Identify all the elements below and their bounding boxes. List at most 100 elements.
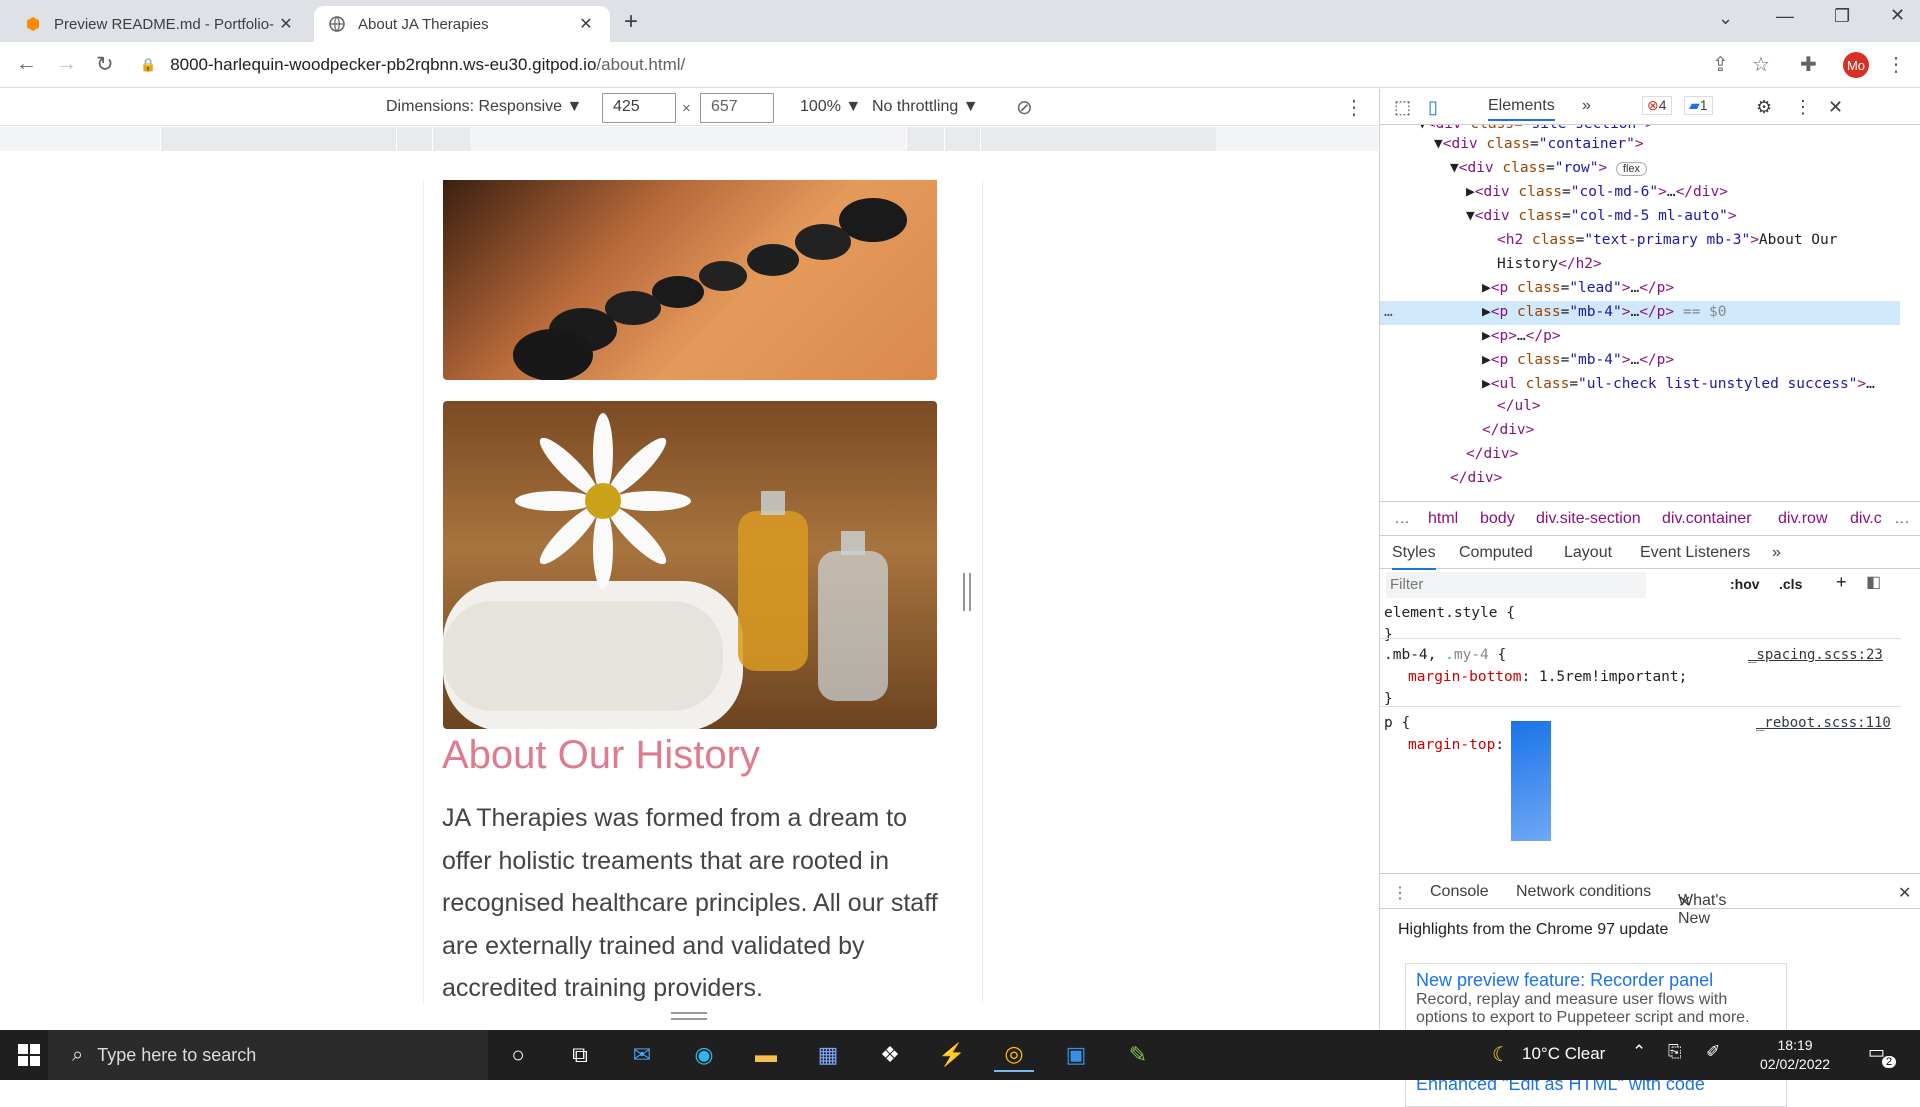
tab-about-ja-therapies[interactable]: About JA Therapies ✕ — [314, 6, 610, 42]
vscode-icon[interactable]: ⚡ — [932, 1038, 972, 1072]
dom-node[interactable]: </div> — [1482, 419, 1534, 443]
page-content[interactable]: About Our History JA Therapies was forme… — [423, 180, 983, 1003]
dom-node[interactable]: ▼<div class="col-md-5 ml-auto"> — [1466, 205, 1737, 229]
tray-chevron-icon[interactable]: ⌃ — [1632, 1042, 1646, 1062]
dom-node[interactable]: ▶<p>…</p> — [1482, 325, 1561, 349]
height-input[interactable]: 657 — [700, 93, 774, 123]
hov-toggle[interactable]: :hov — [1730, 576, 1760, 592]
toggle-sidebar-icon[interactable]: ◧ — [1866, 572, 1881, 592]
node-actions-ellipsis-icon[interactable]: … — [1384, 301, 1393, 325]
dom-node[interactable]: </div> — [1466, 443, 1518, 467]
tab-close-icon[interactable]: ✕ — [576, 14, 596, 34]
back-arrow-icon[interactable]: ← — [16, 52, 37, 76]
breadcrumb-item[interactable]: body — [1480, 510, 1515, 528]
errors-badge[interactable]: ⊗4 — [1642, 96, 1672, 115]
width-input[interactable]: 425 — [602, 93, 676, 123]
tab-computed[interactable]: Computed — [1459, 544, 1533, 562]
tab-event-listeners[interactable]: Event Listeners — [1640, 544, 1750, 562]
notepad-icon[interactable]: ✎ — [1118, 1038, 1158, 1072]
tab-search-chevron-icon[interactable]: ⌄ — [1718, 8, 1733, 29]
photos-icon[interactable]: ▣ — [1056, 1038, 1096, 1072]
dom-node[interactable]: </ul> — [1497, 395, 1541, 419]
forward-arrow-icon[interactable]: → — [56, 52, 77, 76]
rule-source-link[interactable]: _spacing.scss:23 — [1748, 644, 1883, 667]
dom-node[interactable]: <h2 class="text-primary mb-3">About Our — [1497, 229, 1838, 253]
breadcrumb-ellipsis[interactable]: … — [1394, 510, 1410, 528]
settings-gear-icon[interactable]: ⚙ — [1756, 97, 1772, 118]
new-rule-plus-icon[interactable]: + — [1836, 572, 1847, 593]
taskbar-search-box[interactable]: ⌕ Type here to search — [48, 1030, 488, 1080]
dom-tree[interactable]: ▼<div class="site-section"> ▼<div class=… — [1380, 125, 1920, 501]
restore-icon[interactable]: ❐ — [1834, 6, 1850, 27]
dom-node[interactable]: ▼<div class="row"> flex — [1450, 157, 1648, 182]
dimensions-select[interactable]: Dimensions: Responsive ▼ — [386, 98, 582, 116]
device-toggle-icon[interactable]: ▯ — [1428, 97, 1438, 118]
style-rules[interactable]: element.style { } .mb-4, .my-4 { _spacin… — [1380, 600, 1901, 868]
tab-layout[interactable]: Layout — [1564, 544, 1612, 562]
cortana-icon[interactable]: ○ — [498, 1038, 538, 1072]
zoom-select[interactable]: 100% ▼ — [800, 98, 861, 116]
minimize-icon[interactable]: — — [1776, 6, 1794, 27]
weather-text[interactable]: 10°C Clear — [1522, 1044, 1605, 1064]
drawer-tab-console[interactable]: Console — [1430, 883, 1489, 901]
clock[interactable]: 18:19 02/02/2022 — [1760, 1036, 1830, 1074]
breadcrumb-item[interactable]: html — [1428, 510, 1458, 528]
close-devtools-icon[interactable]: ✕ — [1828, 97, 1843, 118]
breadcrumb-item[interactable]: div.row — [1778, 510, 1828, 528]
ruler-segment[interactable] — [980, 127, 1216, 151]
drawer-tab-network-conditions[interactable]: Network conditions — [1516, 883, 1651, 901]
media-query-ruler[interactable] — [0, 127, 1378, 151]
breadcrumb-item[interactable]: div.c — [1850, 510, 1882, 528]
viewport-height-resize-handle[interactable] — [671, 1012, 707, 1020]
windows-start-icon[interactable] — [18, 1044, 40, 1066]
ruler-segment[interactable] — [432, 127, 470, 151]
chrome-menu-icon[interactable]: ⋮ — [1886, 52, 1906, 77]
cls-toggle[interactable]: .cls — [1779, 576, 1802, 592]
inspect-element-icon[interactable]: ⬚ — [1394, 97, 1411, 118]
dom-node[interactable]: History</h2> — [1497, 253, 1602, 277]
dom-node[interactable]: ▶<ul class="ul-check list-unstyled succe… — [1482, 373, 1875, 397]
dropbox-icon[interactable]: ❖ — [870, 1038, 910, 1072]
new-tab-plus-icon[interactable]: + — [624, 8, 638, 36]
ruler-segment[interactable] — [944, 127, 980, 151]
breadcrumb-item[interactable]: div.container — [1662, 510, 1752, 528]
weather-moon-icon[interactable]: ☾ — [1492, 1042, 1510, 1067]
rule-source-link[interactable]: _reboot.scss:110 — [1756, 712, 1891, 735]
file-explorer-icon[interactable]: ▬ — [746, 1038, 786, 1072]
tab-close-icon[interactable]: ✕ — [276, 14, 296, 34]
omnibox[interactable]: 🔒 8000-harlequin-woodpecker-pb2rqbnn.ws-… — [140, 49, 1720, 81]
more-tabs-chevron-icon[interactable]: » — [1582, 97, 1591, 115]
rule-declaration[interactable]: margin-bottom: 1.5rem!important; — [1408, 666, 1687, 689]
task-view-icon[interactable]: ⧉ — [560, 1038, 600, 1072]
mail-icon[interactable]: ✉ — [622, 1038, 662, 1072]
store-icon[interactable]: ▦ — [808, 1038, 848, 1072]
chrome-icon[interactable]: ◎ — [994, 1038, 1034, 1072]
device-icon[interactable]: ⎘ — [1668, 1042, 1682, 1062]
dom-node-selected[interactable]: ▶<p class="mb-4">…</p> == $0 — [1380, 301, 1900, 325]
reload-icon[interactable]: ↻ — [96, 52, 114, 77]
close-window-icon[interactable]: ✕ — [1890, 5, 1905, 26]
edge-icon[interactable]: ◉ — [684, 1038, 724, 1072]
filter-input[interactable]: Filter — [1386, 572, 1646, 598]
throttling-select[interactable]: No throttling ▼ — [872, 98, 979, 116]
rotate-icon[interactable]: ⊘ — [1016, 95, 1033, 120]
dom-node[interactable]: </div> — [1450, 467, 1502, 491]
breadcrumb-more[interactable]: … — [1894, 510, 1910, 528]
ruler-segment[interactable] — [396, 127, 432, 151]
ruler-segment[interactable] — [160, 127, 396, 151]
pen-icon[interactable]: ✐ — [1706, 1042, 1720, 1062]
dom-node[interactable]: ▶<p class="lead">…</p> — [1482, 277, 1674, 301]
devtools-menu-icon[interactable]: ⋮ — [1794, 97, 1812, 118]
drawer-menu-icon[interactable]: ⋮ — [1392, 883, 1408, 903]
bookmark-star-icon[interactable]: ☆ — [1752, 52, 1770, 77]
breadcrumb-item[interactable]: div.site-section — [1536, 510, 1641, 528]
device-toolbar-menu-icon[interactable]: ⋮ — [1344, 95, 1364, 120]
profile-avatar[interactable]: Mo — [1843, 52, 1869, 78]
card-title[interactable]: New preview feature: Recorder panel — [1416, 970, 1776, 991]
dom-node[interactable]: ▼<div class="container"> — [1434, 133, 1644, 157]
close-drawer-icon[interactable]: ✕ — [1898, 883, 1911, 903]
tab-readme-preview[interactable]: Preview README.md - Portfolio- ✕ — [10, 6, 310, 42]
viewport-width-resize-handle[interactable] — [963, 573, 971, 611]
dom-node[interactable]: ▶<p class="mb-4">…</p> — [1482, 349, 1674, 373]
ruler-segment[interactable] — [906, 127, 944, 151]
